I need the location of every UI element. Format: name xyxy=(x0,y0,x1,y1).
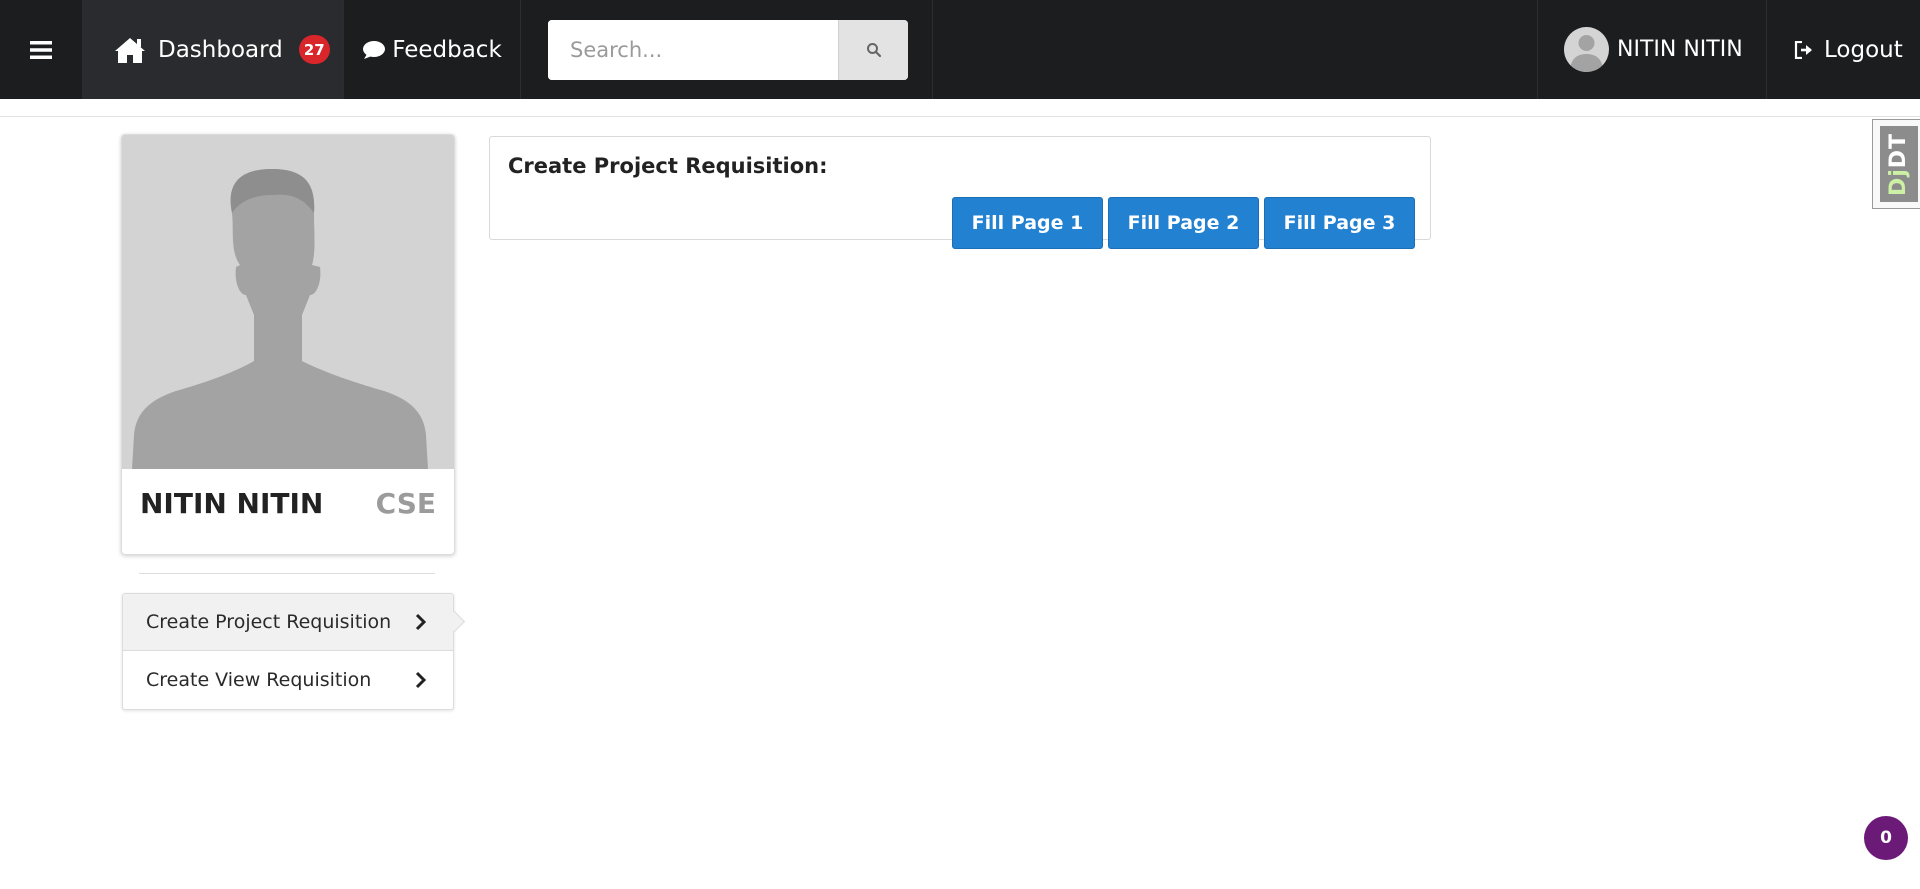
header-divider xyxy=(0,116,1920,117)
logout-button[interactable]: Logout xyxy=(1767,0,1920,99)
notification-counter[interactable]: 0 xyxy=(1864,816,1908,860)
sidebar-item-create-view-requisition[interactable]: Create View Requisition xyxy=(123,651,453,708)
avatar xyxy=(1564,27,1609,72)
search-button[interactable] xyxy=(838,19,908,80)
search-icon xyxy=(866,42,881,57)
debug-toolbar-label: DjDT xyxy=(1886,132,1912,196)
profile-photo xyxy=(122,135,454,469)
chevron-right-icon xyxy=(415,671,427,688)
profile-info: NITIN NITIN CSE xyxy=(122,469,454,520)
nav-feedback[interactable]: Feedback xyxy=(344,0,521,99)
requisition-panel: Create Project Requisition: Fill Page 1 … xyxy=(489,136,1431,249)
feedback-label: Feedback xyxy=(392,36,502,63)
notification-badge: 27 xyxy=(298,35,330,64)
navbar-spacer xyxy=(933,0,1538,99)
chevron-right-icon xyxy=(415,613,427,631)
search-input[interactable] xyxy=(548,19,838,80)
home-icon xyxy=(115,37,145,63)
sidebar-menu: Create Project Requisition Create View R… xyxy=(122,593,454,710)
search-area xyxy=(521,0,933,99)
search-form xyxy=(548,19,908,80)
page-button-group: Fill Page 1 Fill Page 2 Fill Page 3 xyxy=(952,197,1415,249)
sidebar-item-label: Create View Requisition xyxy=(146,668,372,691)
hamburger-icon xyxy=(30,40,52,59)
profile-name: NITIN NITIN xyxy=(140,487,324,520)
user-menu[interactable]: NITIN NITIN xyxy=(1538,0,1767,99)
user-name: NITIN NITIN xyxy=(1617,37,1743,62)
sign-out-icon xyxy=(1794,40,1812,59)
fill-page-3-button[interactable]: Fill Page 3 xyxy=(1264,197,1415,249)
debug-toolbar-logo: DjDT xyxy=(1880,126,1918,202)
dashboard-label: Dashboard xyxy=(158,36,283,63)
fill-page-2-button[interactable]: Fill Page 2 xyxy=(1108,197,1259,249)
top-navbar: Dashboard 27 Feedback NITI xyxy=(0,0,1920,99)
profile-department: CSE xyxy=(375,487,436,520)
debug-toolbar-handle[interactable]: DjDT xyxy=(1872,119,1920,209)
sidebar-item-create-project-requisition[interactable]: Create Project Requisition xyxy=(123,594,453,651)
sidebar-item-label: Create Project Requisition xyxy=(146,611,392,633)
logout-label: Logout xyxy=(1824,36,1903,63)
panel-title: Create Project Requisition: xyxy=(508,154,828,178)
nav-dashboard[interactable]: Dashboard 27 xyxy=(83,0,344,99)
comment-icon xyxy=(363,40,386,59)
fill-page-1-button[interactable]: Fill Page 1 xyxy=(952,197,1103,249)
menu-toggle-button[interactable] xyxy=(0,0,83,99)
profile-card: NITIN NITIN CSE xyxy=(121,134,455,555)
sidebar-divider xyxy=(139,573,435,574)
